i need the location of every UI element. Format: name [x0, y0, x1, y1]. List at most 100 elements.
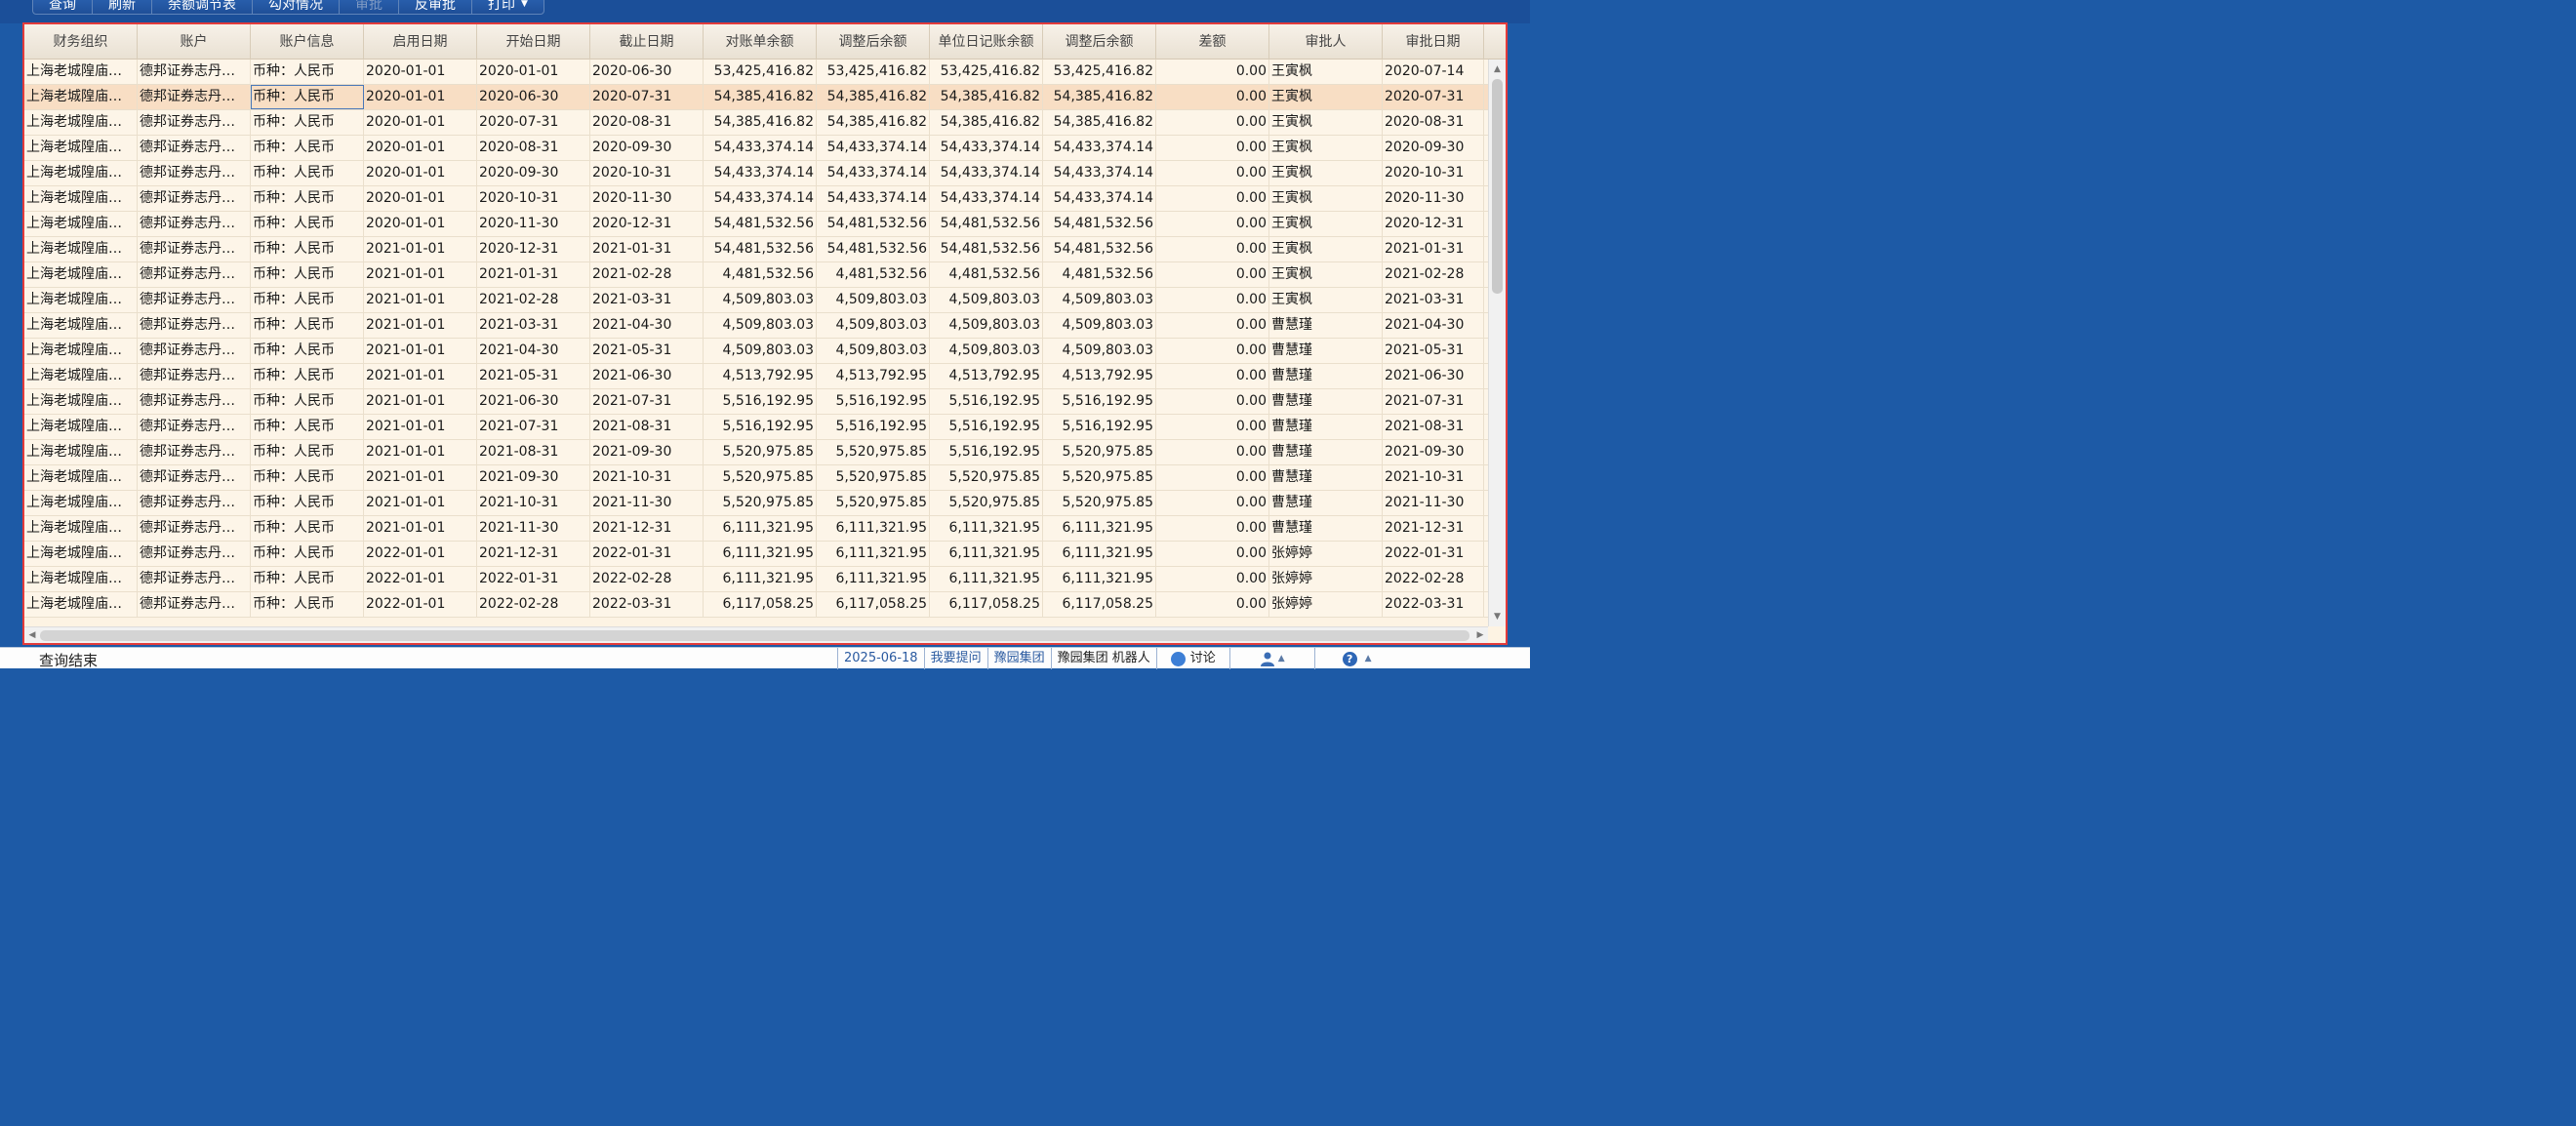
- cell-adjusted-ledger-balance[interactable]: 6,111,321.95: [1043, 567, 1156, 591]
- cell-ledger-balance[interactable]: 5,516,192.95: [930, 415, 1043, 439]
- cell-start-date[interactable]: 2021-03-31: [477, 313, 590, 338]
- cell-approver[interactable]: 王寅枫: [1269, 161, 1383, 185]
- cell-approver[interactable]: 张婷婷: [1269, 567, 1383, 591]
- cell-adjusted-ledger-balance[interactable]: 6,111,321.95: [1043, 542, 1156, 566]
- cell-statement-balance[interactable]: 54,433,374.14: [704, 161, 817, 185]
- cell-start-date[interactable]: 2020-08-31: [477, 136, 590, 160]
- cell-start-date[interactable]: 2021-02-28: [477, 288, 590, 312]
- table-row[interactable]: 上海老城隍庙餐... 德邦证券志丹路... 币种：人民币 2021-01-01 2021…: [24, 288, 1488, 313]
- table-row[interactable]: 上海老城隍庙餐... 德邦证券志丹路... 币种：人民币 2021-01-01 2020…: [24, 237, 1488, 262]
- cell-ledger-balance[interactable]: 54,481,532.56: [930, 237, 1043, 261]
- cell-start-date[interactable]: 2020-10-31: [477, 186, 590, 211]
- cell-approval-date[interactable]: 2020-10-31: [1383, 161, 1484, 185]
- cell-ledger-balance[interactable]: 4,509,803.03: [930, 288, 1043, 312]
- column-header-ledger-balance[interactable]: 单位日记账余额: [930, 24, 1043, 60]
- cell-approver[interactable]: 王寅枫: [1269, 186, 1383, 211]
- cell-financial-org[interactable]: 上海老城隍庙餐...: [24, 465, 138, 490]
- table-row[interactable]: 上海老城隍庙餐... 德邦证券志丹路... 币种：人民币 2021-01-01 2021…: [24, 465, 1488, 491]
- cell-approval-date[interactable]: 2021-04-30: [1383, 313, 1484, 338]
- cell-adjusted-ledger-balance[interactable]: 5,520,975.85: [1043, 440, 1156, 464]
- horizontal-scroll-thumb[interactable]: [40, 630, 1469, 641]
- cell-account-info[interactable]: 币种：人民币: [251, 491, 364, 515]
- cell-start-date[interactable]: 2022-02-28: [477, 592, 590, 617]
- cell-approver[interactable]: 曹慧瑾: [1269, 465, 1383, 490]
- cell-adjusted-balance[interactable]: 54,481,532.56: [817, 237, 930, 261]
- cell-adjusted-balance[interactable]: 54,385,416.82: [817, 85, 930, 109]
- cell-account[interactable]: 德邦证券志丹路...: [138, 542, 251, 566]
- table-row[interactable]: 上海老城隍庙餐... 德邦证券志丹路... 币种：人民币 2021-01-01 2021…: [24, 516, 1488, 542]
- cell-start-date[interactable]: 2020-12-31: [477, 237, 590, 261]
- approve-button[interactable]: 审批: [340, 0, 399, 14]
- cell-adjusted-balance[interactable]: 4,509,803.03: [817, 288, 930, 312]
- cell-enable-date[interactable]: 2021-01-01: [364, 491, 477, 515]
- cell-financial-org[interactable]: 上海老城隍庙餐...: [24, 110, 138, 135]
- cell-account-info[interactable]: 币种：人民币: [251, 110, 364, 135]
- cell-adjusted-ledger-balance[interactable]: 6,111,321.95: [1043, 516, 1156, 541]
- cell-adjusted-ledger-balance[interactable]: 54,433,374.14: [1043, 136, 1156, 160]
- cell-enable-date[interactable]: 2021-01-01: [364, 237, 477, 261]
- cell-statement-balance[interactable]: 54,433,374.14: [704, 186, 817, 211]
- cell-difference[interactable]: 0.00: [1156, 440, 1269, 464]
- print-button[interactable]: 打印 ▼: [472, 0, 543, 14]
- cell-enable-date[interactable]: 2021-01-01: [364, 516, 477, 541]
- cell-enable-date[interactable]: 2020-01-01: [364, 60, 477, 84]
- cell-approver[interactable]: 曹慧瑾: [1269, 415, 1383, 439]
- cell-enable-date[interactable]: 2021-01-01: [364, 389, 477, 414]
- cell-ledger-balance[interactable]: 54,433,374.14: [930, 136, 1043, 160]
- cell-statement-balance[interactable]: 5,520,975.85: [704, 491, 817, 515]
- cell-statement-balance[interactable]: 5,520,975.85: [704, 465, 817, 490]
- cell-approval-date[interactable]: 2022-01-31: [1383, 542, 1484, 566]
- cell-ledger-balance[interactable]: 4,509,803.03: [930, 313, 1043, 338]
- cell-ledger-balance[interactable]: 54,385,416.82: [930, 110, 1043, 135]
- table-row[interactable]: 上海老城隍庙餐... 德邦证券志丹路... 币种：人民币 2020-01-01 2020…: [24, 186, 1488, 212]
- cell-start-date[interactable]: 2021-05-31: [477, 364, 590, 388]
- cell-enable-date[interactable]: 2020-01-01: [364, 136, 477, 160]
- cell-financial-org[interactable]: 上海老城隍庙餐...: [24, 313, 138, 338]
- cell-financial-org[interactable]: 上海老城隍庙餐...: [24, 85, 138, 109]
- cell-statement-balance[interactable]: 54,385,416.82: [704, 85, 817, 109]
- cell-account[interactable]: 德邦证券志丹路...: [138, 186, 251, 211]
- cell-approver[interactable]: 曹慧瑾: [1269, 364, 1383, 388]
- cell-enable-date[interactable]: 2022-01-01: [364, 567, 477, 591]
- cell-account-info[interactable]: 币种：人民币: [251, 85, 364, 109]
- cell-adjusted-ledger-balance[interactable]: 4,509,803.03: [1043, 288, 1156, 312]
- column-header-financial-org[interactable]: 财务组织: [24, 24, 138, 60]
- cell-adjusted-balance[interactable]: 4,481,532.56: [817, 262, 930, 287]
- cell-difference[interactable]: 0.00: [1156, 415, 1269, 439]
- cell-difference[interactable]: 0.00: [1156, 186, 1269, 211]
- cell-approver[interactable]: 张婷婷: [1269, 592, 1383, 617]
- user-menu-button[interactable]: ▲: [1228, 648, 1314, 669]
- cell-account[interactable]: 德邦证券志丹路...: [138, 364, 251, 388]
- cell-end-date[interactable]: 2021-09-30: [590, 440, 704, 464]
- cell-adjusted-balance[interactable]: 6,111,321.95: [817, 542, 930, 566]
- cell-statement-balance[interactable]: 6,111,321.95: [704, 567, 817, 591]
- robot-link[interactable]: 豫园集团 机器人: [1050, 648, 1156, 669]
- cell-statement-balance[interactable]: 4,513,792.95: [704, 364, 817, 388]
- cell-start-date[interactable]: 2020-11-30: [477, 212, 590, 236]
- cell-ledger-balance[interactable]: 54,433,374.14: [930, 161, 1043, 185]
- cell-account[interactable]: 德邦证券志丹路...: [138, 592, 251, 617]
- cell-end-date[interactable]: 2021-07-31: [590, 389, 704, 414]
- cell-adjusted-ledger-balance[interactable]: 6,117,058.25: [1043, 592, 1156, 617]
- column-header-adjusted-balance[interactable]: 调整后余额: [817, 24, 930, 60]
- cell-account-info[interactable]: 币种：人民币: [251, 440, 364, 464]
- cell-approver[interactable]: 曹慧瑾: [1269, 516, 1383, 541]
- table-row[interactable]: 上海老城隍庙餐... 德邦证券志丹路... 币种：人民币 2021-01-01 2021…: [24, 415, 1488, 440]
- cell-adjusted-ledger-balance[interactable]: 5,516,192.95: [1043, 415, 1156, 439]
- cell-difference[interactable]: 0.00: [1156, 60, 1269, 84]
- cell-start-date[interactable]: 2020-07-31: [477, 110, 590, 135]
- cell-approval-date[interactable]: 2021-06-30: [1383, 364, 1484, 388]
- cell-approval-date[interactable]: 2022-03-31: [1383, 592, 1484, 617]
- cell-end-date[interactable]: 2021-10-31: [590, 465, 704, 490]
- cell-account[interactable]: 德邦证券志丹路...: [138, 440, 251, 464]
- cell-ledger-balance[interactable]: 6,111,321.95: [930, 516, 1043, 541]
- cell-ledger-balance[interactable]: 54,433,374.14: [930, 186, 1043, 211]
- table-row[interactable]: 上海老城隍庙餐... 德邦证券志丹路... 币种：人民币 2021-01-01 2021…: [24, 364, 1488, 389]
- cell-start-date[interactable]: 2021-01-31: [477, 262, 590, 287]
- cell-difference[interactable]: 0.00: [1156, 161, 1269, 185]
- cell-approval-date[interactable]: 2020-07-14: [1383, 60, 1484, 84]
- cell-difference[interactable]: 0.00: [1156, 237, 1269, 261]
- cell-end-date[interactable]: 2021-02-28: [590, 262, 704, 287]
- cell-end-date[interactable]: 2022-01-31: [590, 542, 704, 566]
- column-header-end-date[interactable]: 截止日期: [590, 24, 704, 60]
